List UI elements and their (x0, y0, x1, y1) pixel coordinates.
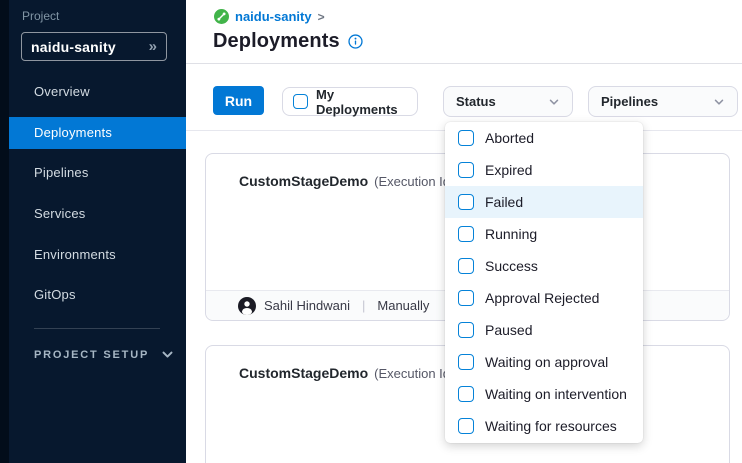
pipeline-name[interactable]: CustomStageDemo (239, 365, 368, 381)
sidebar-item-gitops[interactable]: GitOps (9, 279, 186, 311)
status-option-checkbox[interactable] (458, 162, 474, 178)
pipeline-name[interactable]: CustomStageDemo (239, 173, 368, 189)
module-nav-strip[interactable] (0, 0, 9, 463)
project-selector[interactable]: naidu-sanity » (21, 32, 167, 61)
project-setup-toggle[interactable]: PROJECT SETUP (34, 348, 174, 361)
status-option-label: Paused (485, 322, 532, 338)
my-deployments-label: My Deployments (316, 87, 407, 117)
pipelines-filter-dropdown[interactable]: Pipelines (588, 86, 738, 117)
pipelines-filter-label: Pipelines (601, 94, 658, 109)
status-option-checkbox[interactable] (458, 418, 474, 434)
triggered-by-user: Sahil Hindwani (264, 298, 350, 313)
status-option-label: Waiting for resources (485, 418, 617, 434)
sidebar-item-services[interactable]: Services (9, 198, 186, 230)
status-option-waiting-for-resources[interactable]: Waiting for resources (445, 410, 643, 442)
sidebar-divider (34, 328, 160, 329)
status-option-label: Expired (485, 162, 532, 178)
title-row: Deployments (213, 30, 363, 53)
status-option-waiting-on-approval[interactable]: Waiting on approval (445, 346, 643, 378)
status-option-aborted[interactable]: Aborted (445, 122, 643, 154)
footer-separator: | (362, 298, 365, 313)
chevron-down-icon (548, 96, 560, 108)
page-header: naidu-sanity > Deployments (186, 0, 742, 64)
status-option-label: Waiting on intervention (485, 386, 627, 402)
breadcrumb: naidu-sanity > (214, 9, 325, 24)
status-option-checkbox[interactable] (458, 386, 474, 402)
my-deployments-checkbox[interactable] (293, 94, 308, 109)
execution-id-text: (Execution Id (374, 366, 450, 381)
status-option-label: Failed (485, 194, 523, 210)
avatar-icon (238, 297, 256, 315)
status-filter-dropdown[interactable]: Status (443, 86, 573, 117)
status-option-label: Success (485, 258, 538, 274)
status-option-checkbox[interactable] (458, 130, 474, 146)
status-option-checkbox[interactable] (458, 194, 474, 210)
project-label: Project (22, 9, 59, 23)
info-icon[interactable] (348, 34, 363, 49)
sidebar-item-overview[interactable]: Overview (9, 76, 186, 108)
sidebar-item-pipelines[interactable]: Pipelines (9, 157, 186, 189)
breadcrumb-project-link[interactable]: naidu-sanity (235, 9, 312, 24)
deployments-page: Project naidu-sanity » Overview Deployme… (0, 0, 742, 463)
status-option-label: Waiting on approval (485, 354, 608, 370)
cd-module-icon (214, 9, 229, 24)
status-option-success[interactable]: Success (445, 250, 643, 282)
chevron-down-icon (713, 96, 725, 108)
my-deployments-filter[interactable]: My Deployments (282, 87, 418, 116)
status-option-checkbox[interactable] (458, 354, 474, 370)
status-option-label: Approval Rejected (485, 290, 599, 306)
status-option-checkbox[interactable] (458, 226, 474, 242)
status-option-checkbox[interactable] (458, 322, 474, 338)
trigger-type: Manually (377, 298, 429, 313)
status-option-label: Aborted (485, 130, 534, 146)
project-sidebar: Project naidu-sanity » Overview Deployme… (9, 0, 186, 463)
project-setup-label: PROJECT SETUP (34, 349, 149, 361)
status-option-approval-rejected[interactable]: Approval Rejected (445, 282, 643, 314)
execution-id-text: (Execution Id (374, 174, 450, 189)
chevron-down-icon (161, 348, 174, 361)
status-option-failed[interactable]: Failed (445, 186, 643, 218)
main-content: naidu-sanity > Deployments Run My Deploy… (186, 0, 742, 463)
status-option-checkbox[interactable] (458, 258, 474, 274)
sidebar-item-environments[interactable]: Environments (9, 239, 186, 271)
status-option-running[interactable]: Running (445, 218, 643, 250)
status-option-paused[interactable]: Paused (445, 314, 643, 346)
project-selector-value: naidu-sanity (31, 39, 116, 55)
page-title: Deployments (213, 30, 340, 53)
status-option-expired[interactable]: Expired (445, 154, 643, 186)
status-dropdown-panel: Aborted Expired Failed Running Success A… (445, 122, 643, 443)
status-option-waiting-on-intervention[interactable]: Waiting on intervention (445, 378, 643, 410)
chevron-right-icon: > (318, 10, 325, 24)
status-option-checkbox[interactable] (458, 290, 474, 306)
run-button[interactable]: Run (213, 86, 264, 115)
status-filter-label: Status (456, 94, 496, 109)
double-chevron-right-icon: » (149, 39, 157, 54)
sidebar-item-deployments[interactable]: Deployments (9, 117, 186, 149)
status-option-label: Running (485, 226, 537, 242)
